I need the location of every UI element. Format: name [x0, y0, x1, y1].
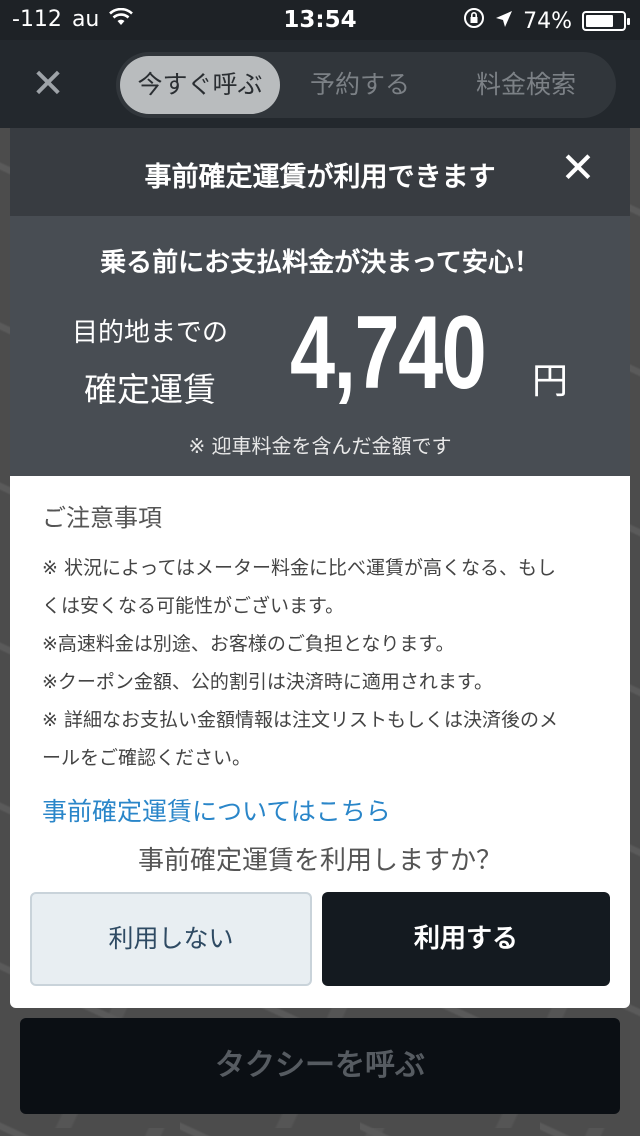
location-arrow-icon	[495, 9, 513, 34]
fare-panel: 乗る前にお支払料金が決まって安心！ 目的地までの 確定運賃 4,740 円 ※ …	[10, 216, 630, 476]
close-icon[interactable]: ✕	[24, 60, 72, 108]
fare-label-line2: 確定運賃	[84, 370, 216, 409]
note-line: くは安くなる可能性がございます。	[42, 595, 345, 617]
tab-fare-search[interactable]: 料金検索	[440, 56, 612, 114]
note-line: ※ 状況によってはメーター料金に比べ運賃が高くなる、もし	[42, 557, 557, 579]
note-line: ※クーポン金額、公的割引は決済時に適用されます。	[42, 671, 494, 693]
tab-call-now[interactable]: 今すぐ呼ぶ	[120, 56, 280, 114]
rotation-lock-icon	[463, 7, 485, 35]
fare-unit: 円	[532, 361, 569, 402]
fare-label-line1: 目的地までの	[71, 318, 228, 348]
confirm-question: 事前確定運賃を利用しますか？	[137, 846, 502, 876]
fare-headline: 乗る前にお支払料金が決まって安心！	[100, 248, 540, 278]
note-line: ※ 詳細なお支払い金額情報は注文リストもしくは決済後のメ	[42, 709, 558, 731]
note-line: ※高速料金は別途、お客様のご負担となります。	[42, 633, 455, 655]
fare-label: 目的地までの 確定運賃	[50, 312, 250, 411]
tab-reserve[interactable]: 予約する	[280, 56, 440, 114]
mode-segmented-control: 今すぐ呼ぶ 予約する 料金検索	[116, 52, 616, 118]
fixed-fare-info-link[interactable]: 事前確定運賃についてはこちら	[42, 792, 391, 828]
dialog-title: 事前確定運賃が利用できます	[144, 162, 496, 193]
fixed-fare-dialog: 事前確定運賃が利用できます ✕ 乗る前にお支払料金が決まって安心！ 目的地までの…	[10, 128, 630, 1008]
notes-title: ご注意事項	[42, 504, 162, 532]
dialog-header: 事前確定運賃が利用できます ✕	[10, 128, 630, 216]
notes-section: ご注意事項 ※ 状況によってはメーター料金に比べ運賃が高くなる、もし くは安くな…	[42, 498, 602, 777]
status-bar: -112 au 13:54 74%	[0, 0, 640, 40]
nav-bar: ✕ 今すぐ呼ぶ 予約する 料金検索	[0, 40, 640, 128]
fare-note: ※ 迎車料金を含んだ金額です	[188, 434, 452, 458]
call-taxi-button[interactable]: タクシーを呼ぶ	[20, 1018, 620, 1114]
battery-icon	[582, 11, 630, 31]
fare-amount: 4,740	[290, 295, 487, 411]
decline-button[interactable]: 利用しない	[30, 892, 312, 986]
note-line: ールをご確認ください。	[42, 747, 252, 769]
dialog-close-icon[interactable]: ✕	[556, 146, 600, 190]
accept-button[interactable]: 利用する	[322, 892, 610, 986]
battery-percent: 74%	[523, 8, 572, 34]
